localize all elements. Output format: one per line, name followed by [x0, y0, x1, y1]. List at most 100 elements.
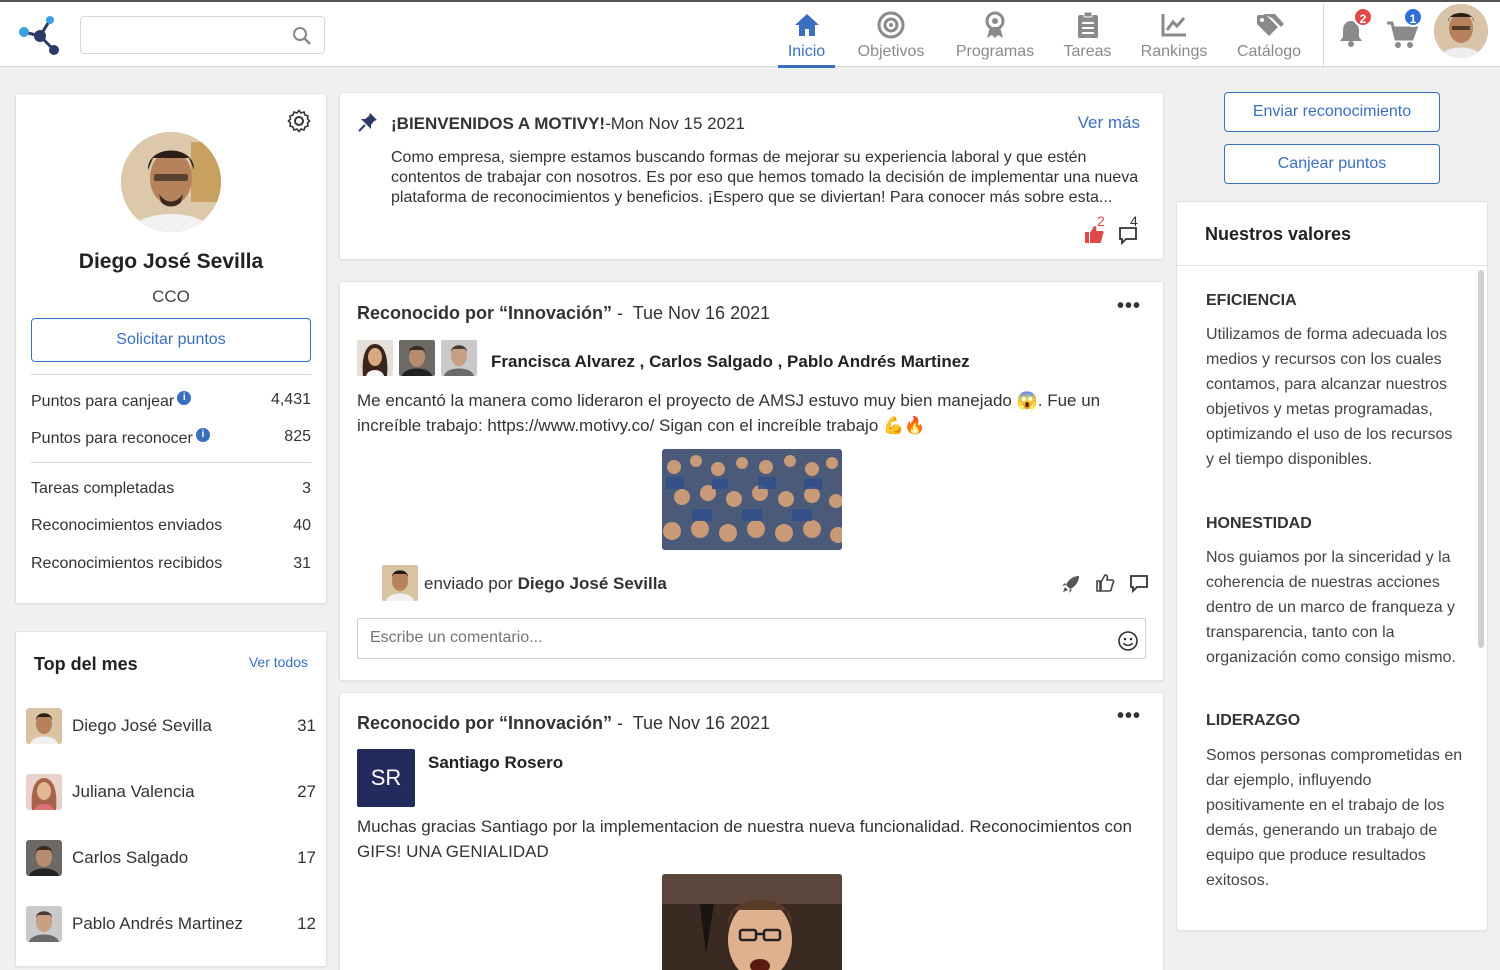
- recipient-initials-avatar[interactable]: SR: [357, 749, 415, 807]
- target-icon: [877, 11, 905, 39]
- post-date: - Tue Nov 16 2021: [612, 713, 771, 733]
- avatar: [26, 708, 62, 744]
- nav-objetivos[interactable]: Objetivos: [852, 10, 930, 68]
- announcement-body: Como empresa, siempre estamos buscando f…: [391, 149, 1139, 206]
- top-month-row[interactable]: Diego José Sevilla 31: [26, 706, 316, 746]
- search-box[interactable]: [80, 16, 325, 54]
- comments-count: 4: [1130, 213, 1138, 229]
- nav-rankings-label: Rankings: [1140, 43, 1208, 60]
- top-month-title: Top del mes: [34, 654, 138, 674]
- post-body: Me encantó la manera como lideraron el p…: [357, 391, 1101, 435]
- post-date: - Tue Nov 16 2021: [612, 303, 771, 323]
- stat-points-recognize: Puntos para reconocer i 825: [31, 428, 311, 448]
- emoji-icon[interactable]: [1117, 630, 1139, 652]
- avatar: [26, 906, 62, 942]
- likes-count: 2: [1097, 213, 1105, 229]
- post-value-title: Reconocido por “Innovación”: [357, 303, 613, 323]
- nav-tareas-label: Tareas: [1063, 43, 1112, 60]
- values-card: Nuestros valores EFICIENCIA Utilizamos d…: [1176, 201, 1488, 931]
- reaction-gif-image: [662, 874, 842, 970]
- scrollbar[interactable]: [1478, 270, 1484, 648]
- post-gif[interactable]: [662, 449, 842, 550]
- chart-icon: [1161, 14, 1186, 37]
- post-title: Reconocido por “Innovación” - Tue Nov 16…: [357, 713, 770, 734]
- top-month-card: Top del mes Ver todos Diego José Sevilla…: [15, 631, 327, 967]
- stat-value: 31: [293, 555, 311, 572]
- nav-programas[interactable]: Programas: [952, 10, 1038, 68]
- nav-catalogo-label: Catálogo: [1236, 43, 1302, 60]
- avatar: [26, 840, 62, 876]
- value-name: HONESTIDAD: [1206, 515, 1312, 532]
- crowd-gif-image: [662, 449, 842, 550]
- tag-icon: [1257, 14, 1284, 36]
- clipboard-icon: [1077, 11, 1098, 38]
- top-month-row[interactable]: Pablo Andrés Martinez 12: [26, 904, 316, 944]
- thumbs-up-icon[interactable]: [1095, 573, 1115, 593]
- value-description: Utilizamos de forma adecuada los medios …: [1206, 326, 1453, 468]
- divider: [31, 374, 311, 375]
- profile-role: CCO: [152, 287, 190, 306]
- request-points-button[interactable]: Solicitar puntos: [31, 318, 311, 362]
- comment-box[interactable]: [357, 618, 1146, 659]
- search-input[interactable]: [81, 17, 281, 53]
- post-title: Reconocido por “Innovación” - Tue Nov 16…: [357, 303, 770, 324]
- member-name: Diego José Sevilla: [72, 716, 212, 735]
- avatar: [26, 774, 62, 810]
- stat-label: Puntos para canjear: [31, 393, 175, 410]
- post-gif[interactable]: [662, 874, 842, 970]
- recipients-names[interactable]: Francisca Alvarez , Carlos Salgado , Pab…: [491, 352, 970, 372]
- see-more-link[interactable]: Ver más: [1078, 113, 1140, 133]
- comment-input[interactable]: [358, 619, 1098, 657]
- redeem-points-button[interactable]: Canjear puntos: [1224, 144, 1440, 184]
- notifications-badge: 2: [1353, 7, 1373, 27]
- award-icon: [985, 11, 1005, 38]
- rocket-icon[interactable]: [1061, 574, 1081, 594]
- info-icon[interactable]: i: [195, 428, 210, 442]
- send-recognition-button[interactable]: Enviar reconocimiento: [1224, 92, 1440, 132]
- value-description: Nos guiamos por la sinceridad y la coher…: [1206, 549, 1456, 666]
- nav-rankings[interactable]: Rankings: [1138, 10, 1210, 68]
- value-name: EFICIENCIA: [1206, 292, 1297, 309]
- profile-photo: [121, 132, 221, 232]
- nav-inicio[interactable]: Inicio: [778, 10, 835, 68]
- search-icon[interactable]: [292, 26, 312, 46]
- more-options-icon[interactable]: •••: [1117, 295, 1141, 318]
- nav-catalogo[interactable]: Catálogo: [1233, 10, 1305, 68]
- profile-name: Diego José Sevilla: [78, 250, 264, 273]
- motivy-logo[interactable]: [16, 12, 62, 58]
- user-avatar[interactable]: [1434, 4, 1488, 58]
- stat-recognitions-sent: Reconocimientos enviados 40: [31, 517, 311, 535]
- recipient-avatar[interactable]: [399, 340, 435, 376]
- recipient-avatar[interactable]: [441, 340, 477, 376]
- post-body: Muchas gracias Santiago por la implement…: [357, 817, 1132, 861]
- announcement-date: -Mon Nov 15 2021: [605, 114, 745, 133]
- recipients-names[interactable]: Santiago Rosero: [428, 753, 563, 773]
- stat-recognitions-received: Reconocimientos recibidos 31: [31, 555, 311, 573]
- nav-tareas[interactable]: Tareas: [1060, 10, 1115, 68]
- recognition-post: Reconocido por “Innovación” - Tue Nov 16…: [339, 281, 1164, 681]
- sender-avatar[interactable]: [382, 565, 418, 601]
- announcement-card: ¡BIENVENIDOS A MOTIVY!-Mon Nov 15 2021 V…: [339, 92, 1164, 260]
- sent-by-line: enviado por Diego José Sevilla: [424, 574, 667, 594]
- recipient-avatar[interactable]: [357, 340, 393, 376]
- top-month-row[interactable]: Juliana Valencia 27: [26, 772, 316, 812]
- post-value-title: Reconocido por “Innovación”: [357, 713, 613, 733]
- stat-value: 40: [293, 517, 311, 534]
- sent-by-label: enviado por: [424, 574, 513, 593]
- info-icon[interactable]: i: [177, 391, 192, 405]
- nav-programas-label: Programas: [955, 43, 1035, 60]
- announcement-title: ¡BIENVENIDOS A MOTIVY!: [391, 114, 606, 133]
- more-options-icon[interactable]: •••: [1117, 705, 1141, 728]
- user-photo: [1434, 4, 1488, 58]
- stat-tasks-completed: Tareas completadas 3: [31, 480, 311, 498]
- stat-points-redeem: Puntos para canjear i 4,431: [31, 391, 311, 411]
- nav-objetivos-label: Objetivos: [857, 43, 925, 60]
- gear-icon[interactable]: [287, 109, 311, 133]
- sender-name[interactable]: Diego José Sevilla: [518, 574, 667, 593]
- member-score: 17: [297, 848, 316, 867]
- stat-value: 4,431: [270, 391, 311, 408]
- top-month-row[interactable]: Carlos Salgado 17: [26, 838, 316, 878]
- see-all-link[interactable]: Ver todos: [249, 654, 308, 670]
- nav-inicio-label: Inicio: [787, 43, 826, 60]
- comment-icon[interactable]: [1129, 573, 1149, 593]
